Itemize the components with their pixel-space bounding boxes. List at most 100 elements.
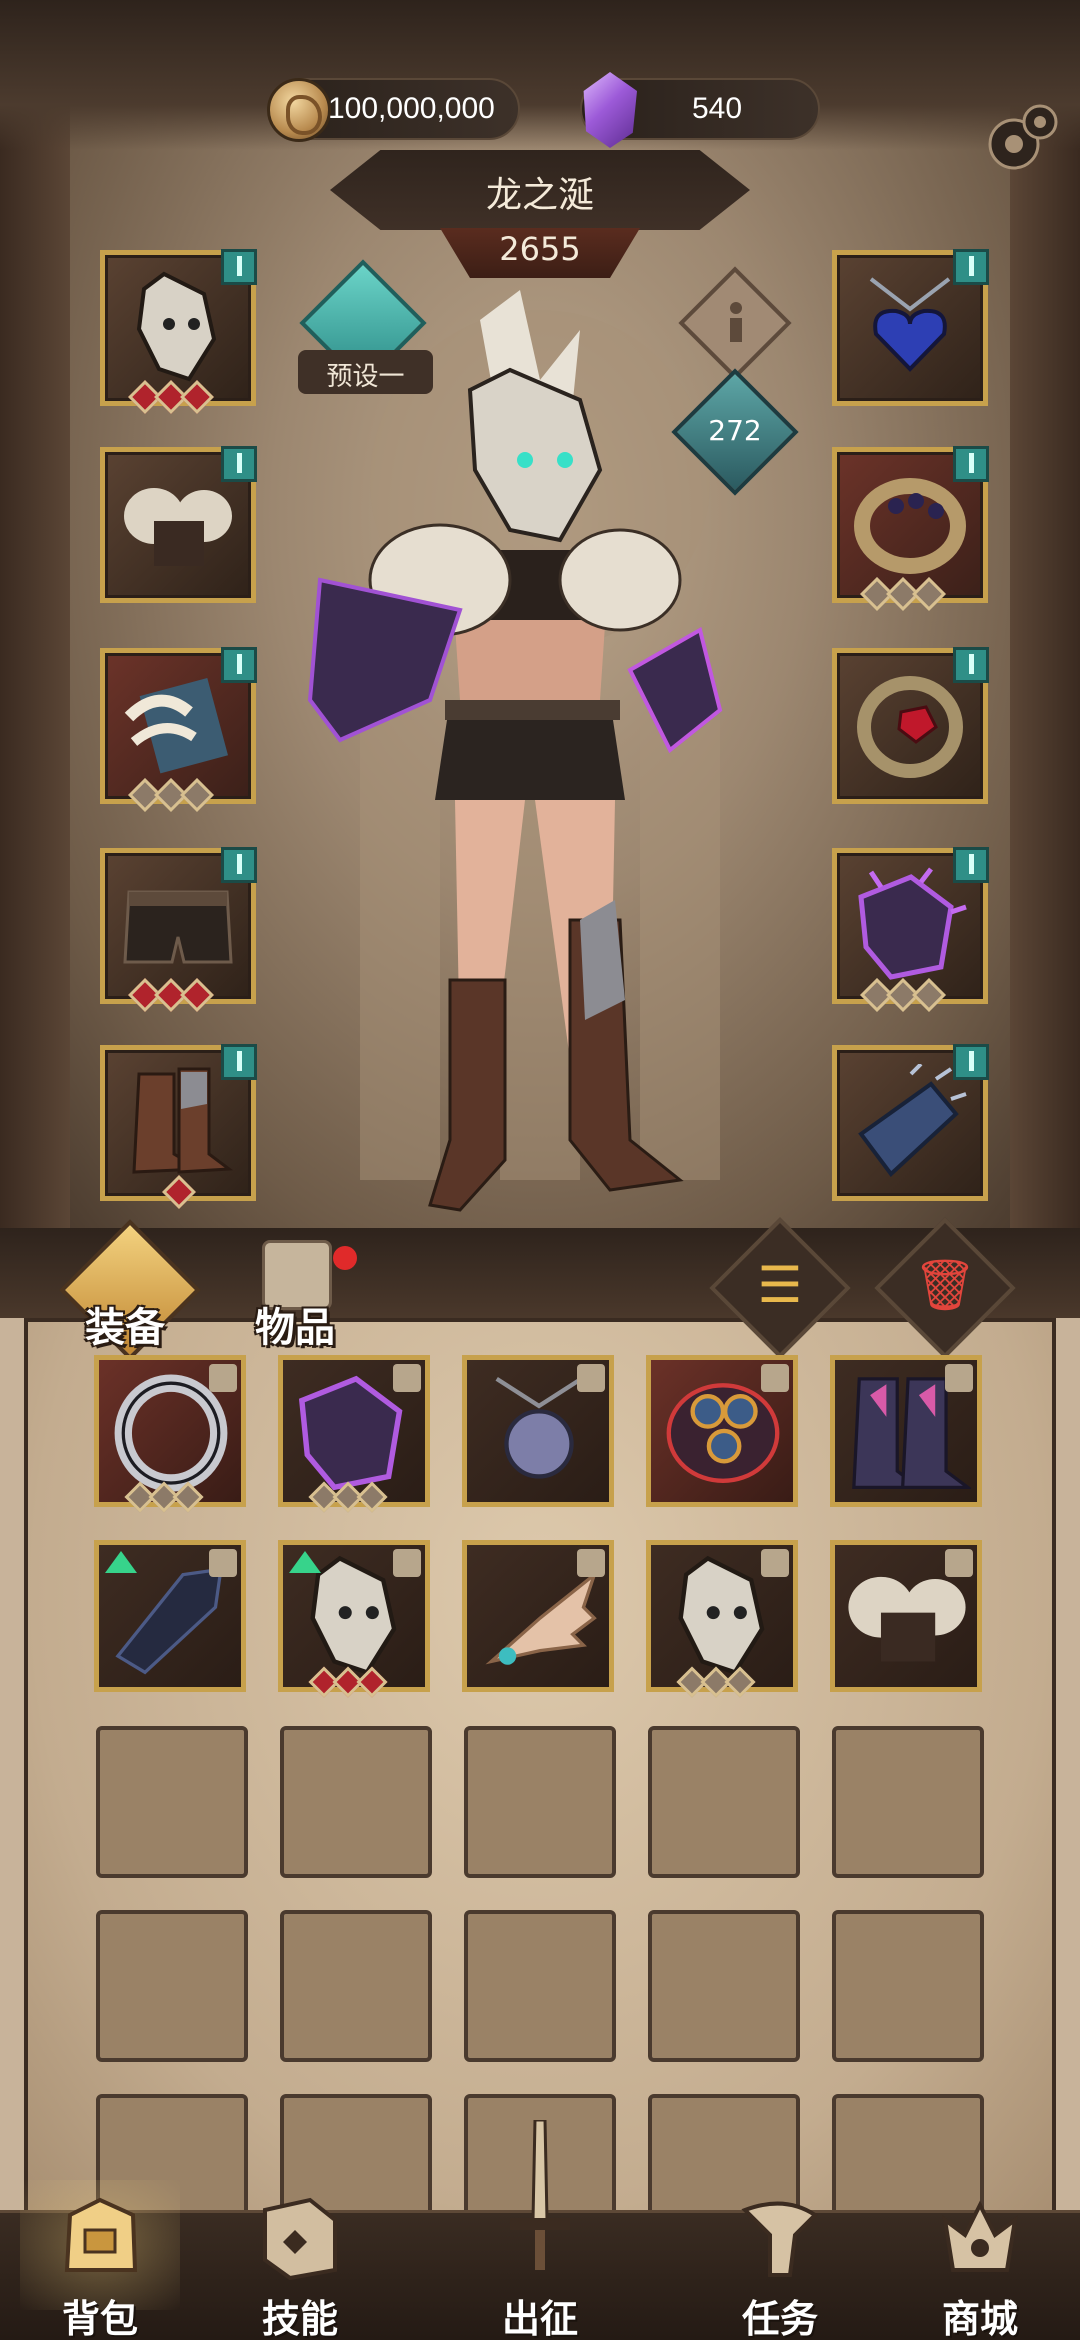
lock-icon[interactable]: [761, 1364, 789, 1392]
star-row: [162, 1175, 196, 1209]
empty-slot[interactable]: [464, 1910, 616, 2062]
blue-heart-necklace-icon: [869, 277, 951, 372]
nav-label: 技能: [261, 2297, 338, 2340]
star-row: [308, 1481, 388, 1514]
gem-counter[interactable]: 540: [580, 72, 820, 148]
lock-icon[interactable]: [209, 1364, 237, 1392]
empty-slot[interactable]: [648, 1726, 800, 1878]
equip-flag: [221, 249, 257, 285]
lock-icon[interactable]: [945, 1364, 973, 1392]
lock-icon[interactable]: [577, 1549, 605, 1577]
inventory-item[interactable]: [646, 1355, 798, 1507]
gear-icon[interactable]: [978, 92, 1066, 180]
equip-flag: [221, 647, 257, 683]
empty-slot[interactable]: [280, 1726, 432, 1878]
hero-name: 龙之涎: [485, 175, 594, 216]
star-row: [676, 1666, 756, 1699]
inventory-item[interactable]: [462, 1540, 614, 1692]
equip-slot-boots[interactable]: [100, 1044, 257, 1209]
star-row: [860, 577, 946, 611]
tab-equipment[interactable]: 装备: [85, 1295, 165, 1353]
equip-slot-ring-1[interactable]: [832, 446, 989, 611]
lock-icon[interactable]: [209, 1549, 237, 1577]
empty-slot[interactable]: [832, 1910, 984, 2062]
nav-label: 商城: [941, 2297, 1018, 2340]
inventory-item[interactable]: [830, 1540, 982, 1692]
star-row: [128, 778, 214, 812]
nav-battle[interactable]: 出征: [440, 2120, 640, 2340]
nav-skills[interactable]: 技能: [200, 2190, 400, 2340]
equip-slot-pants[interactable]: [100, 847, 257, 1012]
equip-flag: [953, 647, 989, 683]
equip-slot-bracelet[interactable]: [832, 1044, 989, 1201]
horned-bracer-icon: [124, 678, 228, 774]
star-row: [860, 978, 946, 1012]
equip-slot-ring-2[interactable]: [832, 647, 989, 804]
empty-slot[interactable]: [648, 1910, 800, 2062]
equip-slot-bracer[interactable]: [100, 647, 257, 812]
nav-shop[interactable]: 商城: [880, 2190, 1080, 2340]
sort-icon: ☰: [757, 1256, 803, 1314]
thorn-gauntlet-icon: [858, 867, 967, 980]
feathered-bracer-icon: [858, 1064, 967, 1177]
empty-slot[interactable]: [96, 1910, 248, 2062]
equip-slot-gloves[interactable]: [832, 847, 989, 1012]
equip-flag: [221, 847, 257, 883]
top-arch: [0, 0, 1080, 150]
gold-value: 100,000,000: [328, 92, 495, 125]
nav-quests[interactable]: 任务: [680, 2190, 880, 2340]
inventory-item[interactable]: [278, 1355, 430, 1513]
leather-boots-icon: [132, 1067, 234, 1174]
inventory-item[interactable]: [94, 1540, 246, 1692]
tab-items[interactable]: 物品: [255, 1295, 335, 1353]
lock-icon[interactable]: [393, 1549, 421, 1577]
inventory-item[interactable]: [462, 1355, 614, 1507]
quest-horn-icon: [741, 2201, 819, 2277]
backpack-icon: [64, 2197, 138, 2272]
lock-icon[interactable]: [761, 1549, 789, 1577]
lock-icon[interactable]: [945, 1549, 973, 1577]
skill-book-icon: [263, 2197, 337, 2280]
nav-backpack[interactable]: 背包: [0, 2190, 200, 2340]
nav-label: 背包: [61, 2297, 138, 2340]
inventory-item[interactable]: [278, 1540, 430, 1698]
inventory-item[interactable]: [830, 1355, 982, 1507]
lock-icon[interactable]: [577, 1364, 605, 1392]
frame-right: [1010, 0, 1080, 1290]
equip-slot-armor[interactable]: [100, 446, 257, 603]
trash-icon: 🗑: [913, 1256, 977, 1314]
gem-value: 540: [692, 92, 743, 125]
hero-character: [307, 290, 723, 1212]
hero-power: 2655: [499, 230, 581, 268]
empty-slot[interactable]: [280, 1910, 432, 2062]
upgrade-arrow-icon: [289, 1551, 321, 1573]
equip-flag: [221, 446, 257, 482]
coin-icon: [267, 78, 331, 142]
notification-dot: [333, 1246, 357, 1270]
empty-slot[interactable]: [96, 1726, 248, 1878]
wolf-skull-mask-icon: [136, 271, 217, 382]
equip-slot-necklace[interactable]: [832, 249, 989, 406]
shop-crown-icon: [942, 2200, 1018, 2272]
equip-flag: [953, 446, 989, 482]
equip-flag: [953, 1044, 989, 1080]
fur-armor-icon: [124, 488, 232, 566]
gold-counter[interactable]: 100,000,000: [267, 78, 520, 142]
gem-ring-icon: [854, 478, 966, 574]
equip-flag: [953, 847, 989, 883]
frame-left: [0, 0, 70, 1290]
star-row: [128, 380, 214, 414]
equip-slot-helmet[interactable]: [100, 249, 257, 414]
empty-slot[interactable]: [832, 1726, 984, 1878]
lock-icon[interactable]: [393, 1364, 421, 1392]
empty-slot[interactable]: [464, 1726, 616, 1878]
star-row: [308, 1666, 388, 1699]
nav-label: 出征: [501, 2297, 578, 2340]
inventory-item[interactable]: [646, 1540, 798, 1698]
upgrade-arrow-icon: [105, 1551, 137, 1573]
leather-shorts-icon: [123, 890, 233, 964]
red-gem-ring-icon: [857, 676, 963, 778]
star-row: [124, 1481, 204, 1514]
inventory-item[interactable]: [94, 1355, 246, 1513]
sword-icon: [510, 2120, 570, 2270]
